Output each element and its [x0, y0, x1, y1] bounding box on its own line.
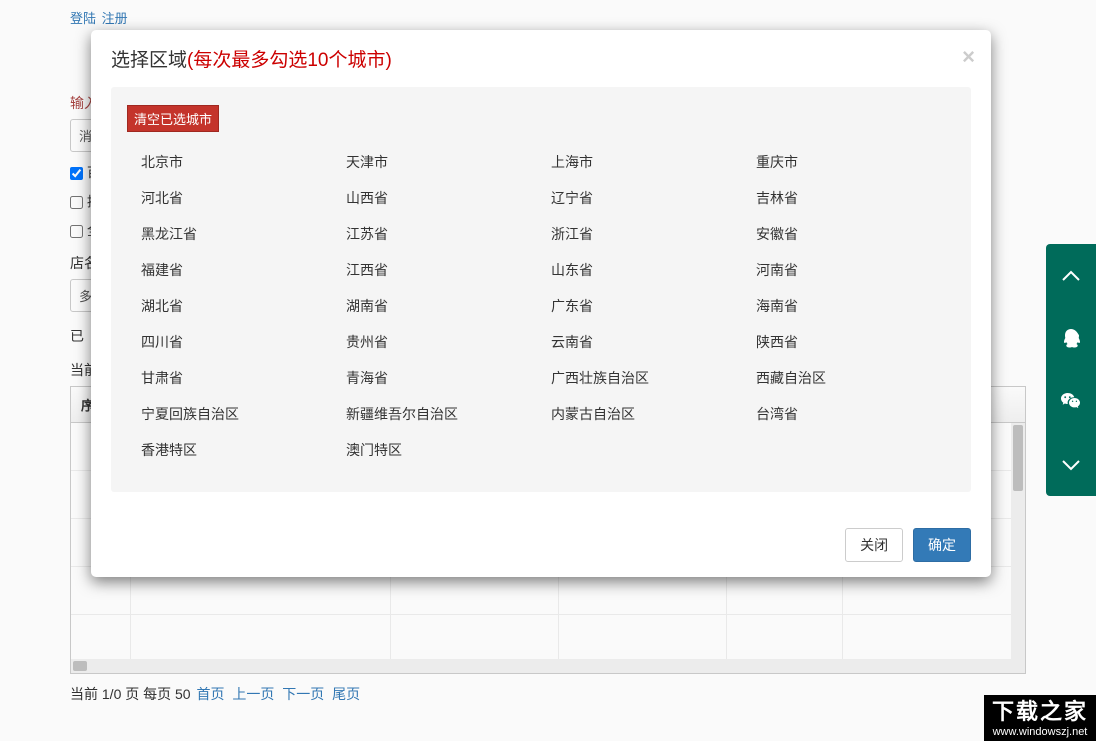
side-qq-button[interactable] [1046, 307, 1096, 370]
region-item[interactable]: 广西壮族自治区 [551, 360, 736, 396]
region-item[interactable]: 广东省 [551, 288, 736, 324]
watermark-url: www.windowszj.net [992, 726, 1088, 739]
close-icon[interactable]: × [962, 46, 975, 68]
modal-header: 选择区域(每次最多勾选10个城市) × [91, 30, 991, 87]
region-item[interactable]: 四川省 [141, 324, 326, 360]
watermark-title: 下载之家 [992, 699, 1088, 725]
wechat-icon [1059, 390, 1083, 414]
clear-selected-button[interactable]: 清空已选城市 [127, 105, 219, 132]
close-button[interactable]: 关闭 [845, 528, 903, 562]
confirm-button[interactable]: 确定 [913, 528, 971, 562]
region-item[interactable]: 浙江省 [551, 216, 736, 252]
modal-body: 清空已选城市 北京市天津市上海市重庆市河北省山西省辽宁省吉林省黑龙江省江苏省浙江… [91, 87, 991, 512]
region-item[interactable]: 黑龙江省 [141, 216, 326, 252]
region-item[interactable]: 天津市 [346, 144, 531, 180]
region-item[interactable]: 山西省 [346, 180, 531, 216]
region-item[interactable]: 云南省 [551, 324, 736, 360]
region-item[interactable]: 辽宁省 [551, 180, 736, 216]
region-item[interactable]: 宁夏回族自治区 [141, 396, 326, 432]
chevron-down-icon [1059, 453, 1083, 477]
side-up-button[interactable] [1046, 244, 1096, 307]
region-box: 清空已选城市 北京市天津市上海市重庆市河北省山西省辽宁省吉林省黑龙江省江苏省浙江… [111, 87, 971, 492]
watermark: 下载之家 www.windowszj.net [984, 695, 1096, 741]
region-item[interactable]: 重庆市 [756, 144, 941, 180]
side-toolbar [1046, 244, 1096, 496]
region-item[interactable]: 香港特区 [141, 432, 326, 468]
chevron-up-icon [1059, 264, 1083, 288]
region-item[interactable]: 上海市 [551, 144, 736, 180]
region-item[interactable]: 海南省 [756, 288, 941, 324]
region-item[interactable]: 陕西省 [756, 324, 941, 360]
region-item[interactable]: 甘肃省 [141, 360, 326, 396]
region-item[interactable]: 新疆维吾尔自治区 [346, 396, 531, 432]
region-item[interactable]: 青海省 [346, 360, 531, 396]
region-item[interactable]: 澳门特区 [346, 432, 531, 468]
side-wechat-button[interactable] [1046, 370, 1096, 433]
region-item[interactable]: 吉林省 [756, 180, 941, 216]
modal-footer: 关闭 确定 [91, 512, 991, 577]
region-modal: 选择区域(每次最多勾选10个城市) × 清空已选城市 北京市天津市上海市重庆市河… [91, 30, 991, 577]
qq-icon [1059, 327, 1083, 351]
region-grid: 北京市天津市上海市重庆市河北省山西省辽宁省吉林省黑龙江省江苏省浙江省安徽省福建省… [141, 144, 941, 468]
region-item[interactable]: 河南省 [756, 252, 941, 288]
region-item[interactable]: 西藏自治区 [756, 360, 941, 396]
region-item[interactable]: 福建省 [141, 252, 326, 288]
region-item[interactable]: 山东省 [551, 252, 736, 288]
modal-title-text: 选择区域 [111, 50, 187, 71]
region-item[interactable]: 贵州省 [346, 324, 531, 360]
modal-title: 选择区域(每次最多勾选10个城市) [111, 50, 392, 71]
region-item[interactable]: 台湾省 [756, 396, 941, 432]
side-down-button[interactable] [1046, 433, 1096, 496]
region-item[interactable]: 安徽省 [756, 216, 941, 252]
region-item[interactable]: 河北省 [141, 180, 326, 216]
region-item[interactable]: 湖南省 [346, 288, 531, 324]
region-item[interactable]: 江苏省 [346, 216, 531, 252]
region-item[interactable]: 内蒙古自治区 [551, 396, 736, 432]
modal-title-warning: (每次最多勾选10个城市) [187, 50, 392, 71]
region-item[interactable]: 北京市 [141, 144, 326, 180]
region-item[interactable]: 湖北省 [141, 288, 326, 324]
region-item[interactable]: 江西省 [346, 252, 531, 288]
